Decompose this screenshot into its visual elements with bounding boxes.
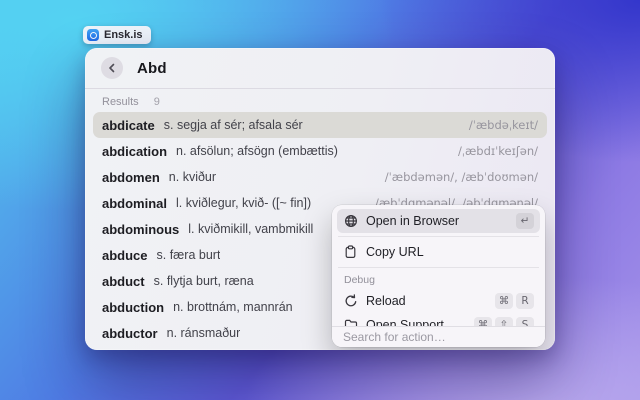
result-definition: n. afsölun; afsögn (embættis)	[176, 144, 338, 158]
result-term: abduction	[102, 299, 165, 315]
result-definition: n. brottnám, mannrán	[173, 300, 293, 314]
menu-divider	[338, 236, 539, 237]
window-title-tag: Ensk.is	[83, 26, 151, 44]
result-row[interactable]: abdication n. afsölun; afsögn (embættis)…	[93, 138, 547, 164]
action-menu-item-label: Reload	[366, 294, 406, 308]
shortcut-key: ↵	[516, 213, 534, 229]
results-section-label: Results	[102, 96, 139, 108]
result-phonetic: /ˈæbdəˌkeɪt/	[468, 118, 538, 132]
desktop-background: Ensk.is Abd Results 9 abdicate s. segja …	[0, 0, 640, 400]
shortcut-keys: ⌘ ⇧ S	[474, 317, 534, 326]
shortcut-key: S	[516, 317, 534, 326]
globe-icon	[343, 214, 358, 229]
result-term: abduct	[102, 273, 145, 289]
result-row[interactable]: abdicate s. segja af sér; afsala sér /ˈæ…	[93, 112, 547, 138]
shortcut-key: R	[516, 293, 534, 309]
result-term: abduce	[102, 247, 148, 263]
back-button[interactable]	[101, 57, 123, 79]
window-title-tag-label: Ensk.is	[104, 29, 143, 41]
clipboard-icon	[343, 245, 358, 260]
app-window: Abd Results 9 abdicate s. segja af sér; …	[85, 48, 555, 350]
chevron-left-icon	[108, 63, 116, 73]
action-menu-item-label: Copy URL	[366, 245, 424, 259]
shortcut-key: ⌘	[495, 293, 513, 309]
shortcut-key: ⌘	[474, 317, 492, 326]
action-menu-item[interactable]: Reload ⌘ R	[337, 289, 540, 313]
folder-icon	[343, 318, 358, 326]
shortcut-keys: ⌘ R	[495, 293, 534, 309]
result-definition: s. flytja burt, ræna	[153, 274, 254, 288]
result-definition: l. kviðlegur, kvið- ([~ fin])	[176, 196, 312, 210]
result-term: abductor	[102, 325, 158, 341]
action-menu-item[interactable]: Open Support Directory ⌘⇧S	[337, 313, 540, 326]
result-definition: n. kviður	[168, 170, 217, 184]
result-definition: s. segja af sér; afsala sér	[163, 118, 303, 132]
result-phonetic: /ˌæbdɪˈkeɪʃən/	[457, 144, 538, 158]
search-input[interactable]: Abd	[137, 60, 167, 77]
reload-icon	[343, 294, 358, 309]
action-search-input[interactable]	[343, 330, 534, 344]
ensk-is-app-icon	[87, 29, 99, 41]
action-menu-footer	[332, 326, 545, 347]
result-term: abdominous	[102, 221, 180, 237]
result-term: abdication	[102, 143, 168, 159]
result-row[interactable]: abdomen n. kviður /ˈæbdəmən/, /æbˈdoʊmən…	[93, 164, 547, 190]
action-menu-item[interactable]: Copy URL	[337, 240, 540, 264]
action-menu: Open in Browser ↵ Copy URL Debug Reload …	[332, 205, 545, 347]
action-menu-item-label: Open Support Directory	[366, 318, 466, 326]
action-menu-section-label: Debug	[344, 274, 375, 286]
result-term: abdominal	[102, 195, 168, 211]
result-term: abdicate	[102, 117, 155, 133]
results-count: 9	[153, 96, 160, 108]
action-menu-item-label: Open in Browser	[366, 214, 460, 228]
result-phonetic: /ˈæbdəmən/, /æbˈdoʊmən/	[384, 170, 538, 184]
shortcut-key: ⇧	[495, 317, 513, 326]
action-menu-list: Open in Browser ↵ Copy URL Debug Reload …	[332, 205, 545, 326]
shortcut-keys: ↵	[516, 213, 534, 229]
results-section-header: Results 9	[85, 89, 555, 111]
menu-divider	[338, 267, 539, 268]
result-definition: s. færa burt	[156, 248, 221, 262]
result-definition: n. ránsmaður	[166, 326, 241, 340]
result-term: abdomen	[102, 169, 160, 185]
result-definition: l. kviðmikill, vambmikill	[188, 222, 314, 236]
search-bar: Abd	[85, 48, 555, 88]
action-menu-item[interactable]: Open in Browser ↵	[337, 209, 540, 233]
